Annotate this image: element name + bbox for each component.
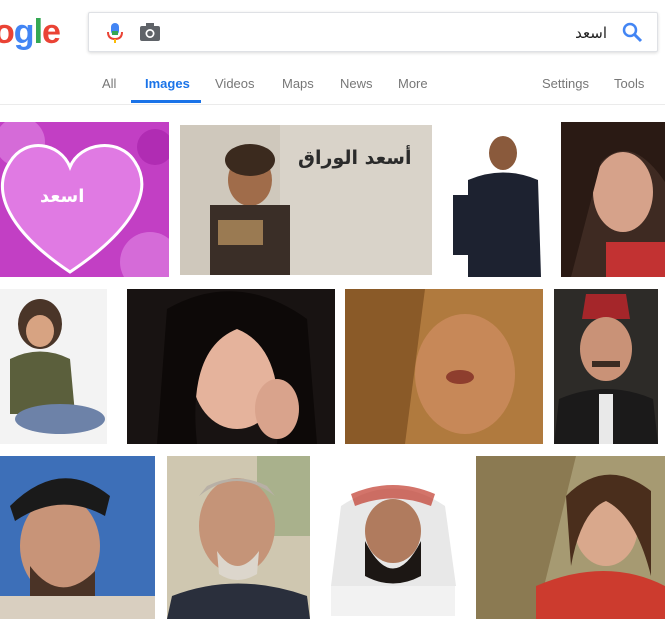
logo-letter: o: [0, 13, 15, 51]
image-result[interactable]: [345, 289, 543, 444]
tab-news[interactable]: News: [340, 76, 373, 91]
active-tab-indicator: [131, 100, 201, 103]
tab-all[interactable]: All: [102, 76, 116, 91]
logo-letter: l: [33, 13, 44, 51]
search-icon[interactable]: [621, 21, 643, 43]
logo-letter: g: [13, 13, 35, 51]
tab-tools[interactable]: Tools: [614, 76, 644, 91]
tab-settings[interactable]: Settings: [542, 76, 589, 91]
image-result[interactable]: [127, 289, 335, 444]
image-result[interactable]: [443, 125, 548, 277]
search-tabs: All Images Videos Maps News More Setting…: [0, 60, 665, 105]
image-caption: اسعد: [40, 186, 85, 207]
tab-images[interactable]: Images: [145, 76, 190, 91]
search-box[interactable]: اسعد: [88, 12, 658, 52]
image-result[interactable]: أسعد الوراق: [180, 125, 432, 275]
image-result[interactable]: [0, 456, 155, 619]
image-result[interactable]: [554, 289, 658, 444]
google-logo[interactable]: ogle: [0, 12, 61, 52]
tab-videos[interactable]: Videos: [215, 76, 255, 91]
microphone-icon[interactable]: [105, 22, 125, 44]
image-caption: أسعد الوراق: [298, 147, 412, 169]
search-input[interactable]: اسعد: [575, 24, 607, 42]
image-result[interactable]: [0, 289, 107, 444]
image-result[interactable]: [476, 456, 665, 619]
image-result[interactable]: اسعد: [0, 122, 169, 277]
image-result[interactable]: [561, 122, 665, 277]
image-result[interactable]: [167, 456, 310, 619]
camera-icon[interactable]: [139, 22, 161, 42]
logo-letter: e: [42, 13, 61, 51]
image-result[interactable]: [321, 466, 465, 616]
tab-more[interactable]: More: [398, 76, 428, 91]
tab-maps[interactable]: Maps: [282, 76, 314, 91]
